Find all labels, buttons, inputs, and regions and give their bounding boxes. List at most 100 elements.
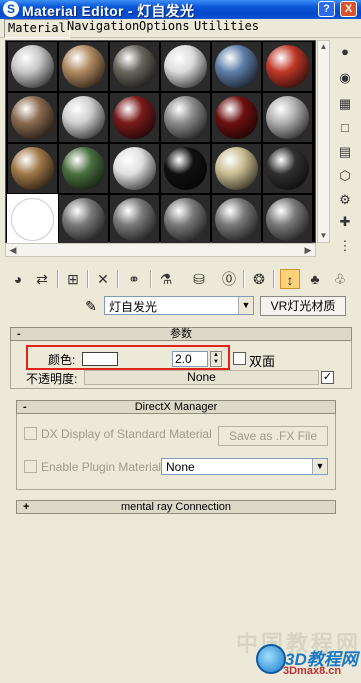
- sample-slot[interactable]: [8, 144, 57, 193]
- title-bar: S Material Editor - 灯自发光 ? X: [0, 0, 361, 19]
- material-sphere: [11, 147, 54, 190]
- sample-slot[interactable]: [59, 42, 108, 91]
- chevron-down-icon[interactable]: ▼: [312, 459, 327, 474]
- material-id-icon[interactable]: ⓪: [219, 269, 239, 289]
- eyedropper-icon[interactable]: ✎: [82, 297, 100, 315]
- assign-material-icon[interactable]: ⊞: [63, 269, 83, 289]
- go-sibling-icon[interactable]: ♧: [330, 269, 350, 289]
- put-to-scene-icon[interactable]: ⇄: [32, 269, 52, 289]
- material-type-button[interactable]: VR灯光材质: [260, 296, 346, 316]
- scroll-left-icon[interactable]: ◀: [6, 244, 20, 256]
- two-sided-label: 双面: [249, 354, 276, 369]
- sample-slot[interactable]: [110, 93, 159, 142]
- sample-slot[interactable]: [263, 195, 312, 244]
- put-to-library-icon[interactable]: ⛁: [189, 269, 209, 289]
- sample-slot[interactable]: [59, 195, 108, 244]
- scroll-down-icon[interactable]: ▼: [318, 230, 329, 242]
- sample-slot[interactable]: [161, 195, 210, 244]
- directx-rollout-title: DirectX Manager: [134, 401, 218, 413]
- plugin-material-value: None: [166, 460, 195, 474]
- sample-slot[interactable]: [161, 42, 210, 91]
- go-parent-icon[interactable]: ♣: [305, 269, 325, 289]
- sample-slot[interactable]: [263, 93, 312, 142]
- enable-plugin-label: Enable Plugin Material: [41, 460, 162, 474]
- sample-slots-vertical-scrollbar[interactable]: ▲ ▼: [317, 40, 330, 243]
- close-button[interactable]: X: [340, 1, 357, 17]
- sample-slot[interactable]: [161, 93, 210, 142]
- opacity-map-button[interactable]: None: [84, 370, 319, 385]
- sample-uv-tiling-icon[interactable]: □: [335, 118, 355, 138]
- help-button[interactable]: ?: [318, 1, 335, 17]
- sample-slots-horizontal-scrollbar[interactable]: ◀ ▶: [5, 243, 316, 257]
- enable-plugin-checkbox[interactable]: [24, 460, 37, 473]
- sample-slot[interactable]: [212, 144, 261, 193]
- show-in-viewport-icon[interactable]: ❂: [249, 269, 269, 289]
- make-copy-icon[interactable]: ⚭: [124, 269, 144, 289]
- toolbar-divider: [87, 270, 89, 288]
- material-toolbar: ◕ ⇄ ⊞ ✕ ⚭ ⚗ ⛁ ⓪ ❂ ↕ ♣ ♧: [0, 266, 361, 290]
- sample-slot[interactable]: [7, 194, 58, 245]
- material-sphere: [11, 45, 54, 88]
- options-icon[interactable]: ⚙: [335, 190, 355, 210]
- intensity-input[interactable]: 2.0: [172, 351, 208, 367]
- sample-slot[interactable]: [161, 144, 210, 193]
- two-sided-checkbox[interactable]: [233, 352, 246, 365]
- plugin-material-select[interactable]: None ▼: [161, 458, 328, 475]
- material-navigator-icon[interactable]: ⋮: [335, 236, 355, 256]
- sample-type-icon[interactable]: ●: [335, 42, 355, 62]
- opacity-map-checkbox[interactable]: ✓: [321, 371, 334, 384]
- save-fx-button[interactable]: Save as .FX File: [218, 426, 328, 446]
- menu-material[interactable]: Material: [4, 19, 70, 38]
- material-sphere: [11, 96, 54, 139]
- material-name-combo[interactable]: 灯自发光 ▼: [104, 296, 254, 315]
- background-icon[interactable]: ▦: [335, 94, 355, 114]
- show-end-result-icon[interactable]: ↕: [280, 269, 300, 289]
- scroll-right-icon[interactable]: ▶: [301, 244, 315, 256]
- menu-options[interactable]: Options: [136, 19, 193, 38]
- reset-icon[interactable]: ✕: [93, 269, 113, 289]
- toolbar-divider: [150, 270, 152, 288]
- toolbar-divider: [57, 270, 59, 288]
- sample-slot[interactable]: [110, 42, 159, 91]
- spin-down-icon[interactable]: ▼: [211, 359, 221, 366]
- material-sphere: [62, 45, 105, 88]
- video-color-check-icon[interactable]: ▤: [335, 142, 355, 162]
- sample-slot[interactable]: [263, 144, 312, 193]
- sample-slot[interactable]: [110, 195, 159, 244]
- material-sphere: [62, 198, 105, 241]
- material-sphere: [266, 198, 309, 241]
- select-by-material-icon[interactable]: ✚: [335, 212, 355, 232]
- sample-slot[interactable]: [59, 93, 108, 142]
- toolbar-divider: [273, 270, 275, 288]
- sample-slot[interactable]: [212, 195, 261, 244]
- material-sphere: [215, 96, 258, 139]
- sample-slot[interactable]: [59, 144, 108, 193]
- material-sphere: [62, 96, 105, 139]
- sample-slot[interactable]: [263, 42, 312, 91]
- dx-display-checkbox[interactable]: [24, 427, 37, 440]
- mentalray-rollout-header[interactable]: + mental ray Connection: [16, 500, 336, 514]
- scroll-up-icon[interactable]: ▲: [318, 41, 329, 53]
- sample-slot[interactable]: [212, 93, 261, 142]
- sample-slot[interactable]: [8, 93, 57, 142]
- intensity-spinner[interactable]: ▲ ▼: [210, 351, 222, 367]
- make-preview-icon[interactable]: ⬡: [335, 166, 355, 186]
- sample-slots-grid: [5, 40, 316, 245]
- sample-slot[interactable]: [110, 144, 159, 193]
- sample-slot[interactable]: [212, 42, 261, 91]
- spin-up-icon[interactable]: ▲: [211, 352, 221, 359]
- make-unique-icon[interactable]: ⚗: [156, 269, 176, 289]
- menu-bar: Material Navigation Options Utilities: [0, 19, 361, 38]
- backlight-icon[interactable]: ◉: [335, 68, 355, 88]
- menu-utilities[interactable]: Utilities: [191, 19, 262, 38]
- params-rollout-header[interactable]: - 参数: [10, 327, 352, 341]
- menu-navigation[interactable]: Navigation: [64, 19, 142, 38]
- material-sphere: [266, 96, 309, 139]
- material-sphere: [62, 147, 105, 190]
- chevron-down-icon[interactable]: ▼: [238, 297, 253, 314]
- get-material-icon[interactable]: ◕: [8, 269, 28, 289]
- material-sphere: [113, 198, 156, 241]
- directx-rollout-header[interactable]: - DirectX Manager: [16, 400, 336, 414]
- sample-slot[interactable]: [8, 42, 57, 91]
- color-swatch[interactable]: [82, 352, 118, 366]
